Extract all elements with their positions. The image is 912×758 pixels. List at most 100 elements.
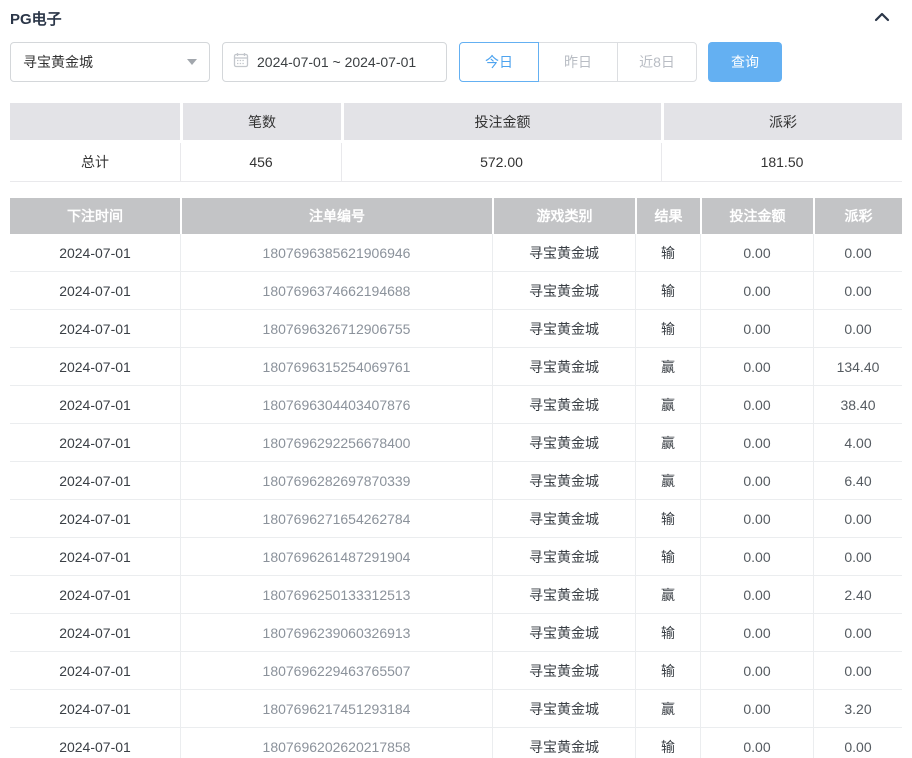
payout-cell: 0.00 bbox=[813, 272, 902, 310]
bet-id-cell: 1807696229463765507 bbox=[180, 652, 492, 690]
bet-id-cell: 1807696282697870339 bbox=[180, 462, 492, 500]
payout-cell: 2.40 bbox=[813, 576, 902, 614]
collapse-panel-button[interactable] bbox=[870, 8, 894, 28]
bet-date-cell: 2024-07-01 bbox=[10, 424, 180, 462]
quick-button-last8days[interactable]: 近8日 bbox=[617, 42, 697, 82]
bet-date-cell: 2024-07-01 bbox=[10, 538, 180, 576]
bet-id-cell: 1807696315254069761 bbox=[180, 348, 492, 386]
pg-games-panel: PG电子 寻宝黄金城 2024-07-01 ~ bbox=[0, 0, 912, 758]
chevron-down-icon bbox=[187, 59, 197, 65]
query-button[interactable]: 查询 bbox=[708, 42, 782, 82]
bet-amount-cell: 0.00 bbox=[700, 576, 813, 614]
records-header-game-type: 游戏类别 bbox=[492, 198, 635, 234]
payout-cell: 0.00 bbox=[813, 538, 902, 576]
panel-title: PG电子 bbox=[10, 8, 62, 29]
bet-date-cell: 2024-07-01 bbox=[10, 234, 180, 272]
bet-amount-cell: 0.00 bbox=[700, 424, 813, 462]
summary-total-row: 总计 456 572.00 181.50 bbox=[10, 143, 902, 182]
result-cell: 输 bbox=[635, 272, 700, 310]
payout-cell: 3.20 bbox=[813, 690, 902, 728]
bet-amount-cell: 0.00 bbox=[700, 462, 813, 500]
payout-cell: 0.00 bbox=[813, 728, 902, 758]
summary-table: 笔数 投注金额 派彩 总计 456 572.00 181.50 bbox=[10, 103, 902, 182]
game-type-cell: 寻宝黄金城 bbox=[492, 728, 635, 758]
bet-amount-cell: 0.00 bbox=[700, 652, 813, 690]
summary-header-bet-amount: 投注金额 bbox=[341, 103, 661, 143]
game-select[interactable]: 寻宝黄金城 bbox=[10, 42, 210, 82]
filter-bar: 寻宝黄金城 2024-07-01 ~ 2024-07-01 今日 昨日 近8日 bbox=[10, 42, 902, 82]
summary-header-row: 笔数 投注金额 派彩 bbox=[10, 103, 902, 143]
bet-id-cell: 1807696217451293184 bbox=[180, 690, 492, 728]
bet-id-cell: 1807696292256678400 bbox=[180, 424, 492, 462]
bet-records-table: 下注时间 注单编号 游戏类别 结果 投注金额 派彩 2024-07-011807… bbox=[10, 198, 902, 758]
game-type-cell: 寻宝黄金城 bbox=[492, 690, 635, 728]
payout-cell: 0.00 bbox=[813, 500, 902, 538]
summary-header-payout: 派彩 bbox=[661, 103, 902, 143]
result-cell: 赢 bbox=[635, 690, 700, 728]
bet-amount-cell: 0.00 bbox=[700, 310, 813, 348]
result-cell: 赢 bbox=[635, 462, 700, 500]
table-row: 2024-07-011807696292256678400寻宝黄金城赢0.004… bbox=[10, 424, 902, 462]
records-header-bet-amount: 投注金额 bbox=[700, 198, 813, 234]
bet-id-cell: 1807696250133312513 bbox=[180, 576, 492, 614]
game-type-cell: 寻宝黄金城 bbox=[492, 576, 635, 614]
summary-total-bet-amount: 572.00 bbox=[341, 143, 661, 182]
bet-amount-cell: 0.00 bbox=[700, 614, 813, 652]
result-cell: 输 bbox=[635, 310, 700, 348]
bet-amount-cell: 0.00 bbox=[700, 538, 813, 576]
game-type-cell: 寻宝黄金城 bbox=[492, 462, 635, 500]
result-cell: 输 bbox=[635, 728, 700, 758]
bet-date-cell: 2024-07-01 bbox=[10, 690, 180, 728]
table-row: 2024-07-011807696385621906946寻宝黄金城输0.000… bbox=[10, 234, 902, 272]
table-row: 2024-07-011807696202620217858寻宝黄金城输0.000… bbox=[10, 728, 902, 758]
bet-id-cell: 1807696239060326913 bbox=[180, 614, 492, 652]
records-table-body: 2024-07-011807696385621906946寻宝黄金城输0.000… bbox=[10, 234, 902, 758]
table-row: 2024-07-011807696239060326913寻宝黄金城输0.000… bbox=[10, 614, 902, 652]
result-cell: 输 bbox=[635, 614, 700, 652]
payout-cell: 134.40 bbox=[813, 348, 902, 386]
bet-amount-cell: 0.00 bbox=[700, 690, 813, 728]
bet-date-cell: 2024-07-01 bbox=[10, 728, 180, 758]
bet-amount-cell: 0.00 bbox=[700, 500, 813, 538]
records-header-result: 结果 bbox=[635, 198, 700, 234]
bet-date-cell: 2024-07-01 bbox=[10, 576, 180, 614]
records-header-bet-id: 注单编号 bbox=[180, 198, 492, 234]
panel-header: PG电子 bbox=[10, 0, 902, 30]
table-row: 2024-07-011807696217451293184寻宝黄金城赢0.003… bbox=[10, 690, 902, 728]
quick-button-yesterday[interactable]: 昨日 bbox=[538, 42, 618, 82]
game-type-cell: 寻宝黄金城 bbox=[492, 652, 635, 690]
game-type-cell: 寻宝黄金城 bbox=[492, 234, 635, 272]
game-type-cell: 寻宝黄金城 bbox=[492, 424, 635, 462]
quick-button-today[interactable]: 今日 bbox=[459, 42, 539, 82]
table-row: 2024-07-011807696229463765507寻宝黄金城输0.000… bbox=[10, 652, 902, 690]
result-cell: 赢 bbox=[635, 386, 700, 424]
summary-total-label: 总计 bbox=[10, 143, 180, 182]
table-row: 2024-07-011807696326712906755寻宝黄金城输0.000… bbox=[10, 310, 902, 348]
table-row: 2024-07-011807696261487291904寻宝黄金城输0.000… bbox=[10, 538, 902, 576]
records-header-payout: 派彩 bbox=[813, 198, 902, 234]
table-row: 2024-07-011807696271654262784寻宝黄金城输0.000… bbox=[10, 500, 902, 538]
result-cell: 赢 bbox=[635, 576, 700, 614]
bet-date-cell: 2024-07-01 bbox=[10, 652, 180, 690]
calendar-icon bbox=[233, 52, 249, 73]
bet-date-cell: 2024-07-01 bbox=[10, 272, 180, 310]
table-row: 2024-07-011807696282697870339寻宝黄金城赢0.006… bbox=[10, 462, 902, 500]
summary-total-payout: 181.50 bbox=[661, 143, 902, 182]
bet-id-cell: 1807696326712906755 bbox=[180, 310, 492, 348]
quick-range-button-group: 今日 昨日 近8日 bbox=[459, 42, 697, 82]
records-header-bet-time: 下注时间 bbox=[10, 198, 180, 234]
payout-cell: 6.40 bbox=[813, 462, 902, 500]
game-type-cell: 寻宝黄金城 bbox=[492, 614, 635, 652]
date-range-picker[interactable]: 2024-07-01 ~ 2024-07-01 bbox=[222, 42, 447, 82]
bet-amount-cell: 0.00 bbox=[700, 272, 813, 310]
date-range-value: 2024-07-01 ~ 2024-07-01 bbox=[257, 54, 416, 70]
summary-total-count: 456 bbox=[180, 143, 341, 182]
result-cell: 输 bbox=[635, 234, 700, 272]
bet-date-cell: 2024-07-01 bbox=[10, 348, 180, 386]
bet-id-cell: 1807696385621906946 bbox=[180, 234, 492, 272]
game-type-cell: 寻宝黄金城 bbox=[492, 272, 635, 310]
game-type-cell: 寻宝黄金城 bbox=[492, 500, 635, 538]
payout-cell: 0.00 bbox=[813, 652, 902, 690]
bet-amount-cell: 0.00 bbox=[700, 234, 813, 272]
result-cell: 输 bbox=[635, 652, 700, 690]
